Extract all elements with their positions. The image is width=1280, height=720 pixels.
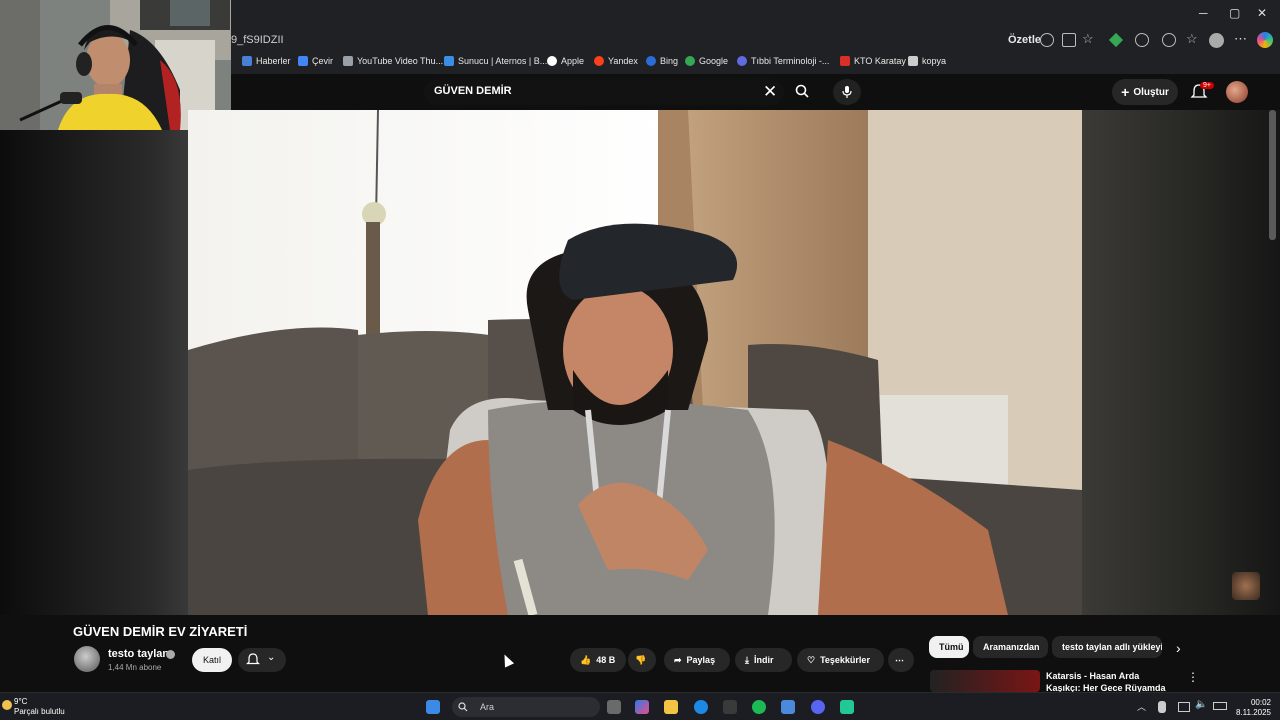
like-button[interactable]: 👍 48 B xyxy=(570,648,626,672)
join-button[interactable]: Katıl xyxy=(192,648,232,672)
kto-icon xyxy=(840,56,850,66)
bookmark-bing[interactable]: Bing xyxy=(646,56,678,66)
translate-icon[interactable] xyxy=(1040,33,1054,47)
subscription-bell-button[interactable]: ⌄ xyxy=(238,648,286,672)
install-icon[interactable] xyxy=(1062,33,1076,47)
copy-icon xyxy=(908,56,918,66)
bookmark-youtube-thumbnail[interactable]: YouTube Video Thu... xyxy=(343,56,443,66)
spotify-icon[interactable] xyxy=(752,700,766,714)
filter-chip-from-search[interactable]: Aramanızdan xyxy=(973,636,1048,658)
bookmark-aternos[interactable]: Sunucu | Aternos | B... xyxy=(444,56,547,66)
channel-watermark[interactable] xyxy=(1232,572,1260,600)
plus-icon: + xyxy=(1121,84,1130,100)
subscriber-count: 1,44 Mn abone xyxy=(108,663,162,672)
bookmark-kopya[interactable]: kopya xyxy=(908,56,946,66)
video-title: GÜVEN DEMİR EV ZİYARETİ xyxy=(73,624,248,639)
star-icon[interactable]: ☆ xyxy=(1082,31,1094,47)
bookmark-haberler[interactable]: Haberler xyxy=(242,56,291,66)
more-actions-button[interactable]: ⋯ xyxy=(888,648,914,672)
mouse-cursor xyxy=(499,652,515,668)
taskbar-search-box[interactable]: Ara xyxy=(452,697,600,717)
weather-icon[interactable] xyxy=(2,700,12,710)
filter-chip-channel[interactable]: testo taylan adlı yükleyic xyxy=(1052,636,1162,658)
recommendation-title[interactable]: Katarsis - Hasan Arda Kaşıkçı: Her Gece … xyxy=(1046,670,1176,692)
thanks-button[interactable]: ♡ Teşekkürler xyxy=(797,648,884,672)
yandex-icon xyxy=(594,56,604,66)
recommendation-more-icon[interactable]: ⋮ xyxy=(1187,670,1199,684)
minimize-icon[interactable]: ─ xyxy=(1199,6,1208,20)
left-dark-margin xyxy=(0,130,188,615)
weather-widget[interactable]: 9°C Parçalı bulutlu xyxy=(14,697,65,717)
microphone-icon xyxy=(842,86,852,98)
search-icon xyxy=(646,56,656,66)
copilot-taskbar-icon[interactable] xyxy=(635,700,649,714)
download-button[interactable]: ⤓ İndir xyxy=(735,648,792,672)
more-dots-icon: ⋯ xyxy=(895,654,904,665)
share-button[interactable]: ➦ Paylaş xyxy=(664,648,730,672)
performance-icon[interactable] xyxy=(1162,33,1176,47)
dislike-button[interactable]: 👎 xyxy=(628,648,656,672)
task-view-icon[interactable] xyxy=(607,700,621,714)
taskbar-search-icon xyxy=(458,702,468,712)
store-icon[interactable] xyxy=(723,700,737,714)
profile-icon[interactable] xyxy=(1209,33,1224,48)
news-icon xyxy=(242,56,252,66)
page-icon xyxy=(343,56,353,66)
windows-start-icon[interactable] xyxy=(426,700,440,714)
ambient-right-margin xyxy=(1082,110,1280,615)
bookmark-tibbi-terminoloji[interactable]: Tıbbi Terminoloji -... xyxy=(737,56,829,66)
close-window-icon[interactable]: ✕ xyxy=(1257,6,1267,20)
clear-search-icon[interactable]: ✕ xyxy=(763,82,777,102)
bell-icon xyxy=(246,653,260,665)
search-icon[interactable] xyxy=(795,84,809,98)
bookmark-cevir[interactable]: Çevir xyxy=(298,56,333,66)
maximize-icon[interactable]: ▢ xyxy=(1229,6,1240,20)
channel-name[interactable]: testo taylan xyxy=(108,648,169,660)
page-icon xyxy=(737,56,747,66)
thanks-heart-icon: ♡ xyxy=(807,654,816,665)
favorites-icon[interactable]: ☆ xyxy=(1186,31,1198,47)
recommendation-thumbnail[interactable] xyxy=(930,670,1040,692)
account-avatar[interactable] xyxy=(1226,81,1248,103)
verified-check-icon xyxy=(166,650,175,659)
download-icon: ⤓ xyxy=(745,654,749,665)
extensions-icon[interactable] xyxy=(1135,33,1149,47)
aternos-icon xyxy=(444,56,454,66)
bookmark-kto-karatay[interactable]: KTO Karatay xyxy=(840,56,906,66)
battery-icon[interactable] xyxy=(1213,702,1227,710)
share-arrow-icon: ➦ xyxy=(674,654,682,665)
edge-browser-icon[interactable] xyxy=(694,700,708,714)
thumbs-down-icon: 👎 xyxy=(635,654,647,665)
volume-icon[interactable]: 🔈 xyxy=(1195,699,1207,710)
chevron-right-icon[interactable]: › xyxy=(1176,640,1181,656)
menu-dots-icon[interactable]: ⋯ xyxy=(1234,31,1247,47)
apple-icon xyxy=(547,56,557,66)
microphone-tray-icon[interactable] xyxy=(1158,701,1166,713)
bookmark-google[interactable]: Google xyxy=(685,56,728,66)
taskbar-clock[interactable]: 00:02 8.11.2025 xyxy=(1236,698,1271,718)
search-input[interactable]: GÜVEN DEMİR xyxy=(434,85,512,97)
google-icon xyxy=(685,56,695,66)
video-player[interactable] xyxy=(188,110,1082,615)
page-scrollbar[interactable] xyxy=(1269,110,1276,240)
copilot-icon[interactable] xyxy=(1257,32,1273,48)
stream-app-icon[interactable] xyxy=(840,700,854,714)
tray-expand-icon[interactable]: ︿ xyxy=(1137,700,1146,713)
translate-icon xyxy=(298,56,308,66)
network-icon[interactable] xyxy=(1178,702,1190,712)
channel-avatar[interactable] xyxy=(74,646,100,672)
filter-chip-all[interactable]: Tümü xyxy=(929,636,969,658)
voice-search-button[interactable] xyxy=(833,79,861,105)
app-icon[interactable] xyxy=(781,700,795,714)
bookmark-apple[interactable]: Apple xyxy=(547,56,584,66)
summarize-button[interactable]: Özetle xyxy=(1008,34,1041,46)
notification-count-badge: 9+ xyxy=(1200,82,1214,89)
chevron-down-icon: ⌄ xyxy=(267,652,276,663)
url-text[interactable]: 9_fS9IDZII xyxy=(231,34,284,46)
discord-icon[interactable] xyxy=(811,700,825,714)
bookmark-yandex[interactable]: Yandex xyxy=(594,56,638,66)
file-explorer-icon[interactable] xyxy=(664,700,678,714)
thumbs-up-icon: 👍 xyxy=(580,654,592,665)
create-button[interactable]: + Oluştur xyxy=(1112,79,1178,105)
